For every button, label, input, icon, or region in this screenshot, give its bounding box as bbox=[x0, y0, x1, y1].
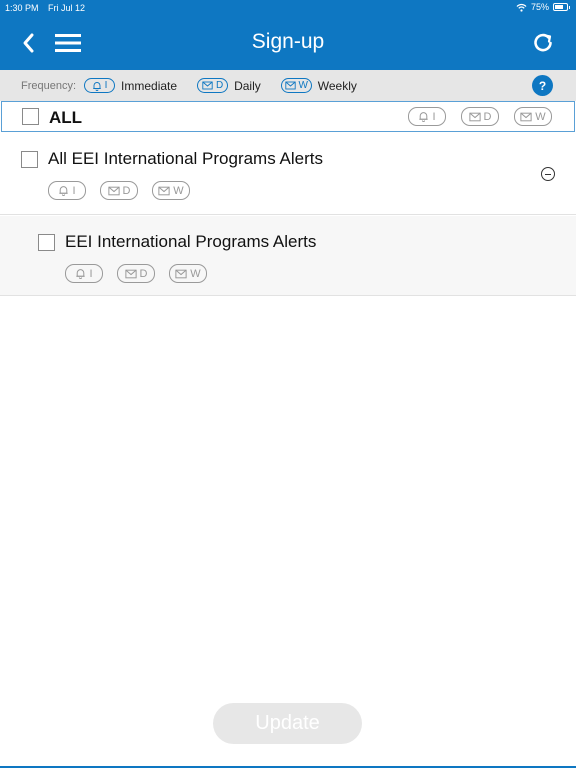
mail-icon bbox=[520, 112, 532, 121]
frequency-legend: Frequency: I Immediate D Daily W Weekly … bbox=[0, 70, 576, 101]
pill-letter: I bbox=[89, 267, 93, 280]
group-name: EEI International Programs Alerts bbox=[65, 232, 317, 251]
mail-icon bbox=[202, 81, 213, 90]
battery-percent: 75% bbox=[530, 2, 549, 12]
bell-icon bbox=[76, 269, 86, 279]
mail-icon bbox=[158, 186, 170, 195]
list-item: All EEI International Programs Alerts I … bbox=[0, 133, 576, 215]
daily-toggle[interactable]: D bbox=[100, 181, 138, 200]
pill-letter: D bbox=[139, 267, 148, 280]
status-time: 1:30 PM bbox=[5, 3, 39, 13]
all-daily-toggle[interactable]: D bbox=[461, 107, 499, 126]
pill-letter: I bbox=[432, 110, 436, 123]
pill-letter: D bbox=[122, 184, 131, 197]
group-checkbox[interactable] bbox=[38, 234, 55, 251]
weekly-toggle[interactable]: W bbox=[152, 181, 190, 200]
legend-pill-letter: W bbox=[298, 80, 308, 91]
refresh-icon bbox=[534, 33, 552, 52]
immediate-toggle[interactable]: I bbox=[65, 264, 103, 283]
bell-icon bbox=[419, 112, 429, 122]
nav-bar: Sign-up bbox=[0, 16, 576, 70]
all-frequency-pills: I D W bbox=[408, 107, 552, 126]
legend-pill-immediate: I bbox=[84, 78, 116, 93]
pill-letter: W bbox=[190, 267, 201, 280]
immediate-toggle[interactable]: I bbox=[48, 181, 86, 200]
group-name: All EEI International Programs Alerts bbox=[48, 149, 323, 168]
bell-icon bbox=[59, 186, 69, 196]
all-weekly-toggle[interactable]: W bbox=[514, 107, 552, 126]
bell-icon bbox=[92, 81, 101, 91]
status-date: Fri Jul 12 bbox=[48, 3, 86, 13]
collapse-minus-icon[interactable] bbox=[541, 167, 555, 181]
legend-pill-daily: D bbox=[197, 78, 229, 93]
legend-pill-weekly: W bbox=[280, 78, 312, 93]
legend-pill-letter: D bbox=[215, 80, 224, 91]
refresh-button[interactable] bbox=[532, 32, 554, 54]
daily-toggle[interactable]: D bbox=[117, 264, 155, 283]
all-checkbox[interactable] bbox=[22, 108, 39, 125]
group-frequency-pills: I D W bbox=[65, 264, 207, 283]
update-button[interactable]: Update bbox=[213, 703, 362, 744]
pill-letter: D bbox=[483, 110, 492, 123]
frequency-label: Frequency: bbox=[21, 79, 77, 92]
status-right: 75% bbox=[516, 2, 570, 12]
all-row: ALL I D W bbox=[1, 101, 575, 132]
mail-icon bbox=[107, 186, 120, 195]
status-bar: 1:30 PM Fri Jul 12 75% bbox=[0, 0, 576, 16]
legend-name-weekly: Weekly bbox=[317, 78, 357, 93]
group-frequency-pills: I D W bbox=[48, 181, 190, 200]
mail-icon bbox=[175, 269, 187, 278]
help-button[interactable]: ? bbox=[532, 75, 553, 96]
battery-icon bbox=[553, 3, 570, 11]
mail-icon bbox=[284, 81, 296, 90]
all-immediate-toggle[interactable]: I bbox=[408, 107, 446, 126]
legend-name-immediate: Immediate bbox=[121, 78, 178, 93]
pill-letter: I bbox=[72, 184, 76, 197]
mail-icon bbox=[124, 269, 137, 278]
mail-icon bbox=[468, 112, 481, 121]
group-checkbox[interactable] bbox=[21, 151, 38, 168]
weekly-toggle[interactable]: W bbox=[169, 264, 207, 283]
pill-letter: W bbox=[173, 184, 184, 197]
legend-name-daily: Daily bbox=[234, 78, 261, 93]
all-label: ALL bbox=[49, 108, 83, 127]
pill-letter: W bbox=[535, 110, 546, 123]
list-item: EEI International Programs Alerts I D W bbox=[0, 216, 576, 296]
wifi-icon bbox=[516, 3, 527, 12]
page-title: Sign-up bbox=[251, 30, 325, 53]
legend-pill-letter: I bbox=[104, 80, 108, 91]
